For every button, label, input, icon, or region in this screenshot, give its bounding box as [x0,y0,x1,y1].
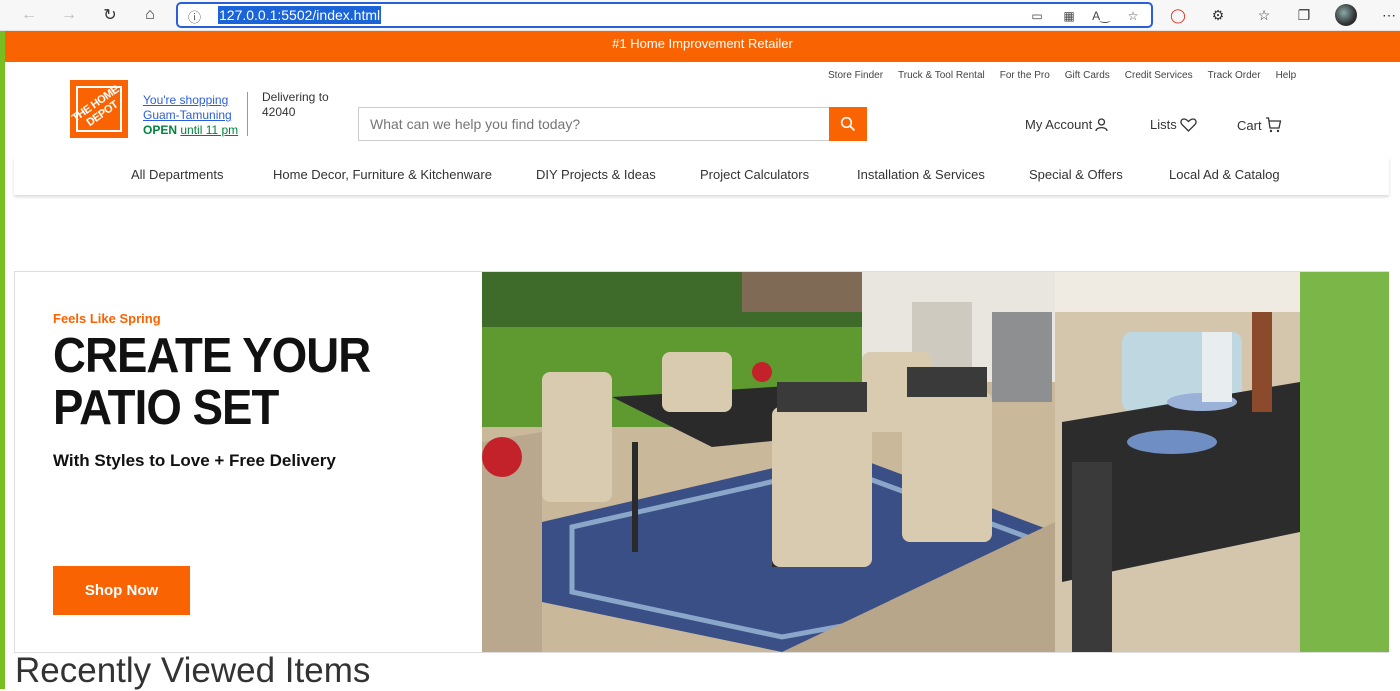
store-hours[interactable]: OPEN until 11 pm [143,123,238,137]
left-accent-bar [0,31,5,689]
profile-avatar[interactable] [1335,4,1357,26]
refresh-icon[interactable]: ↻ [98,4,122,26]
util-gift-cards[interactable]: Gift Cards [1065,70,1110,81]
favorite-add-icon[interactable]: ☆ [1123,8,1143,24]
delivery-zip: 42040 [262,105,296,119]
dept-all-departments[interactable]: All Departments [131,167,223,182]
hero-text-panel: Feels Like Spring CREATE YOUR PATIO SET … [15,272,482,652]
more-menu-icon[interactable]: ⋯ [1378,5,1400,25]
dept-installation-services[interactable]: Installation & Services [857,167,985,182]
open-label: OPEN [143,123,178,137]
patio-set-image[interactable] [482,272,1389,652]
search-box [358,107,830,141]
util-track-order[interactable]: Track Order [1208,70,1261,81]
collections-icon[interactable]: ❐ [1293,5,1315,25]
extension-shield-icon[interactable]: ◯ [1167,5,1189,25]
dept-home-decor[interactable]: Home Decor, Furniture & Kitchenware [273,167,492,182]
cart-label: Cart [1237,117,1262,133]
search-icon [840,116,856,132]
util-truck-tool-rental[interactable]: Truck & Tool Rental [898,70,985,81]
utility-links: Store Finder Truck & Tool Rental For the… [828,70,1296,81]
store-name[interactable]: Guam-Tamuning [143,108,238,123]
forward-icon[interactable]: → [57,4,81,26]
open-time: until 11 pm [180,123,239,137]
promo-banner: #1 Home Improvement Retailer [5,31,1400,62]
hero-headline: CREATE YOUR PATIO SET [53,329,371,435]
shop-now-button[interactable]: Shop Now [53,566,190,615]
store-info: You're shopping Guam-Tamuning OPEN until… [143,93,238,138]
shopping-label[interactable]: You're shopping [143,93,238,108]
home-depot-logo[interactable]: THE HOME DEPOT [70,80,128,138]
header-divider [247,92,248,136]
my-account-link[interactable]: My Account [1025,117,1108,132]
util-help[interactable]: Help [1276,70,1297,81]
delivery-label: Delivering to [262,90,329,104]
promo-text: #1 Home Improvement Retailer [612,36,793,51]
hero-subhead: With Styles to Love + Free Delivery [53,451,336,470]
heart-icon [1180,117,1197,132]
department-nav: All Departments Home Decor, Furniture & … [14,157,1389,195]
my-account-label: My Account [1025,117,1093,132]
util-credit-services[interactable]: Credit Services [1125,70,1193,81]
recently-viewed-title: Recently Viewed Items [15,651,371,690]
dept-diy-projects[interactable]: DIY Projects & Ideas [536,167,656,182]
address-bar[interactable]: ⓘ 127.0.0.1:5502/index.html ▭ ▦ A‿ ☆ [176,2,1153,28]
home-icon[interactable]: ⌂ [138,4,162,26]
dept-local-ad-catalog[interactable]: Local Ad & Catalog [1169,167,1280,182]
hero-kicker: Feels Like Spring [53,311,161,326]
back-icon[interactable]: ← [17,4,41,26]
lists-link[interactable]: Lists [1150,117,1197,132]
extensions-icon[interactable]: ⚙ [1207,5,1229,25]
lists-label: Lists [1150,117,1177,132]
url-text[interactable]: 127.0.0.1:5502/index.html [218,6,382,24]
apps-icon[interactable]: ▦ [1059,8,1079,24]
browser-toolbar: ← → ↻ ⌂ ⓘ 127.0.0.1:5502/index.html ▭ ▦ … [0,0,1400,31]
search-input[interactable] [359,108,829,140]
cart-icon [1265,117,1281,133]
user-icon [1095,117,1108,131]
delivery-info[interactable]: Delivering to 42040 [262,90,329,120]
info-icon[interactable]: ⓘ [188,7,201,26]
device-icon[interactable]: ▭ [1027,8,1047,24]
patio-scene-illustration [482,272,1389,652]
favorites-icon[interactable]: ☆ [1253,5,1275,25]
read-aloud-icon[interactable]: A‿ [1091,8,1111,24]
util-for-the-pro[interactable]: For the Pro [1000,70,1050,81]
search-button[interactable] [829,107,867,141]
dept-special-offers[interactable]: Special & Offers [1029,167,1123,182]
hero-banner[interactable]: Feels Like Spring CREATE YOUR PATIO SET … [14,271,1389,653]
cart-link[interactable]: Cart [1237,117,1282,133]
dept-project-calculators[interactable]: Project Calculators [700,167,809,182]
util-store-finder[interactable]: Store Finder [828,70,883,81]
